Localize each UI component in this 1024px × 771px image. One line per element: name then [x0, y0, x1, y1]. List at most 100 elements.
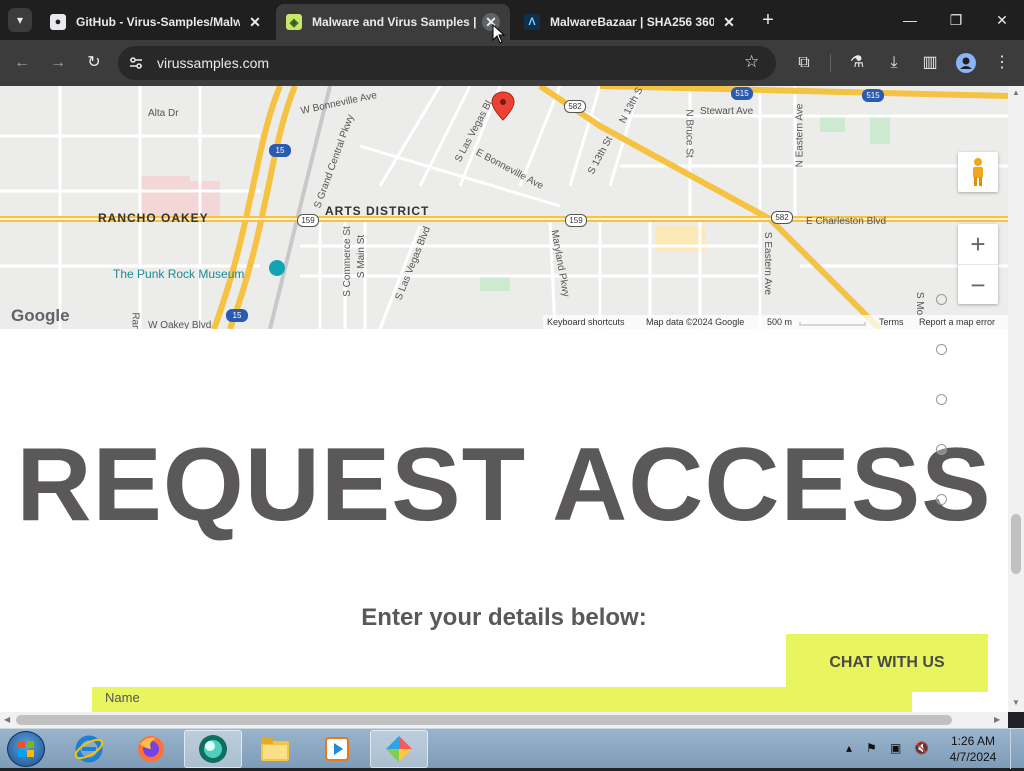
profile-avatar-icon[interactable]	[954, 51, 978, 75]
map-label: S Eastern Ave	[762, 231, 774, 296]
scroll-down-arrow-icon[interactable]: ▼	[1012, 698, 1020, 707]
route-shield: 582	[564, 100, 586, 113]
map-label-neighborhood: RANCHO OAKEY	[98, 211, 209, 225]
vertical-scroll-thumb[interactable]	[1011, 514, 1021, 574]
menu-kebab-icon[interactable]: ⋮	[990, 51, 1014, 75]
tab-github[interactable]: ● GitHub - Virus-Samples/Malwa ✕	[40, 4, 274, 40]
clock-date: 4/7/2024	[949, 750, 997, 764]
interstate-shield: 15	[269, 144, 291, 157]
highway-shield: 515	[862, 89, 884, 102]
side-panel-icon[interactable]: ▥	[918, 51, 942, 75]
section-nav-dot[interactable]	[936, 494, 947, 505]
volume-muted-icon[interactable]: 🔇	[914, 741, 929, 755]
malwarebazaar-icon: Λ	[524, 14, 540, 30]
mouse-cursor-icon	[492, 24, 506, 44]
route-shield: 582	[771, 211, 793, 224]
media-player-icon	[325, 737, 349, 761]
scroll-right-arrow-icon[interactable]: ▶	[994, 715, 1000, 724]
map-label-poi[interactable]: The Punk Rock Museum	[113, 267, 244, 281]
download-icon[interactable]: ⤓	[882, 51, 906, 75]
firefox-icon	[138, 736, 164, 762]
interstate-shield: 15	[226, 309, 248, 322]
horizontal-scrollbar[interactable]: ◀ ▶	[0, 712, 1008, 728]
chevron-down-icon: ▾	[16, 13, 24, 27]
map-data-text: Map data ©2024 Google	[646, 317, 745, 327]
vertical-scrollbar[interactable]: ▲ ▼	[1008, 86, 1024, 712]
taskbar-media-player[interactable]	[308, 730, 366, 768]
reload-button[interactable]: ↻	[82, 51, 106, 75]
map-label-neighborhood: ARTS DISTRICT	[325, 204, 430, 218]
taskbar-chrome-app[interactable]	[184, 730, 242, 768]
scroll-up-arrow-icon[interactable]: ▲	[1012, 88, 1020, 97]
map-scale-label[interactable]: 500 m	[767, 317, 792, 327]
close-icon[interactable]: ✕	[246, 13, 264, 31]
section-nav-dot[interactable]	[936, 294, 947, 305]
google-map[interactable]: Alta Dr W Bonneville Ave S Grand Central…	[0, 86, 1008, 329]
map-zoom-control: + −	[958, 224, 998, 304]
map-pin-icon	[491, 91, 515, 121]
taskbar-firefox[interactable]	[122, 730, 180, 768]
map-label: Alta Dr	[148, 108, 179, 119]
map-label: E Charleston Blvd	[806, 216, 887, 227]
route-shield: 159	[297, 214, 319, 227]
taskbar-internet-explorer[interactable]	[60, 730, 118, 768]
street-view-pegman-icon[interactable]	[958, 152, 998, 192]
tab-search-button[interactable]: ▾	[8, 8, 32, 32]
map-roads	[0, 86, 1008, 329]
tab-strip: ▾ ● GitHub - Virus-Samples/Malwa ✕ ◈ Mal…	[0, 0, 1024, 40]
github-icon: ●	[50, 14, 66, 30]
taskbar-colorful-app[interactable]	[370, 730, 428, 768]
zoom-out-button[interactable]: −	[958, 264, 998, 304]
app-swirl-icon	[199, 735, 227, 763]
address-bar[interactable]: virussamples.com ☆	[118, 46, 776, 80]
map-label: Ran	[129, 312, 141, 329]
section-nav-dot[interactable]	[936, 444, 947, 455]
action-center-flag-icon[interactable]: ⚑	[866, 741, 877, 755]
clock-time: 1:26 AM	[950, 734, 996, 748]
windows-taskbar: ▴ ⚑ ▣ 🔇 1:26 AM 4/7/2024	[0, 728, 1024, 769]
forward-button[interactable]: →	[46, 51, 70, 75]
windows-logo-icon	[18, 741, 34, 757]
taskbar-file-explorer[interactable]	[246, 730, 304, 768]
taskbar-clock[interactable]: 1:26 AM 4/7/2024	[944, 733, 1002, 765]
site-icon: ◈	[286, 14, 302, 30]
section-nav-dot[interactable]	[936, 394, 947, 405]
labs-flask-icon[interactable]: ⚗	[845, 51, 869, 75]
terms-link[interactable]: Terms	[879, 317, 904, 327]
tab-virussamples[interactable]: ◈ Malware and Virus Samples | V ✕	[276, 4, 510, 40]
restore-button[interactable]: ❐	[944, 8, 968, 32]
highway-shield: 515	[731, 87, 753, 100]
tab-malwarebazaar[interactable]: Λ MalwareBazaar | SHA256 360e ✕	[514, 4, 748, 40]
map-label: N Eastern Ave	[794, 103, 806, 168]
page-title: REQUEST ACCESS	[16, 427, 992, 543]
map-label: S Mo	[914, 291, 926, 316]
keyboard-shortcuts-link[interactable]: Keyboard shortcuts	[547, 317, 625, 327]
colorful-app-icon	[386, 736, 412, 762]
network-icon[interactable]: ▣	[890, 741, 901, 755]
start-button[interactable]	[7, 731, 45, 767]
report-map-error-link[interactable]: Report a map error	[919, 317, 995, 327]
folder-icon	[261, 738, 289, 761]
url-text: virussamples.com	[157, 55, 270, 71]
map-label: W Oakey Blvd	[148, 320, 212, 329]
show-desktop-button[interactable]	[1010, 729, 1024, 769]
extensions-icon[interactable]: ⧉	[792, 51, 816, 75]
site-settings-icon[interactable]	[128, 55, 144, 71]
minimize-button[interactable]: —	[898, 8, 922, 32]
back-button[interactable]: ←	[10, 51, 34, 75]
horizontal-scroll-thumb[interactable]	[16, 715, 952, 725]
section-nav-dot[interactable]	[936, 344, 947, 355]
google-logo[interactable]: Google	[11, 306, 70, 326]
toolbar-divider	[830, 54, 831, 72]
show-hidden-icons-arrow-icon[interactable]: ▴	[846, 741, 852, 755]
bookmark-star-icon[interactable]: ☆	[744, 52, 759, 72]
window-close-button[interactable]: ✕	[990, 8, 1014, 32]
close-icon[interactable]: ✕	[720, 13, 738, 31]
zoom-in-button[interactable]: +	[958, 224, 998, 264]
browser-toolbar: ← → ↻ virussamples.com ☆ ⧉ ⚗ ⤓ ▥ ⋮	[0, 40, 1024, 86]
route-shield: 159	[565, 214, 587, 227]
new-tab-button[interactable]: +	[758, 10, 778, 30]
map-label: S Main St	[356, 234, 368, 279]
scroll-left-arrow-icon[interactable]: ◀	[4, 715, 10, 724]
chat-with-us-button[interactable]: CHAT WITH US	[786, 634, 988, 692]
